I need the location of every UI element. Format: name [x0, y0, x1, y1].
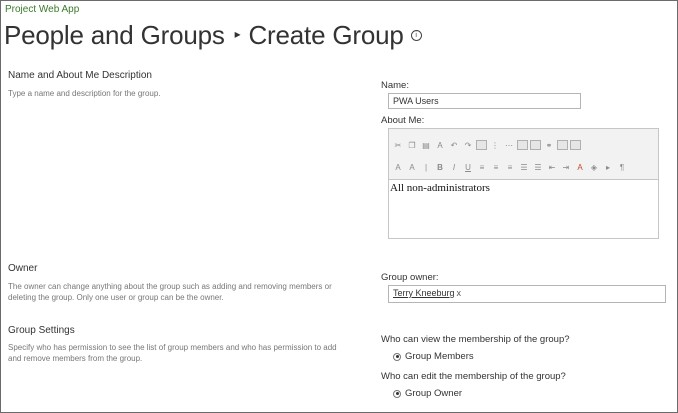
name-label: Name: — [381, 80, 409, 91]
ltr-icon[interactable]: ▸ — [602, 162, 614, 173]
group-owner-label: Group owner: — [381, 272, 439, 283]
page-title: People and Groups ▸ Create Group i — [4, 20, 422, 51]
remove-owner-icon[interactable]: x — [457, 288, 462, 298]
undo-icon[interactable]: ↶ — [448, 140, 460, 151]
name-input[interactable]: PWA Users — [388, 93, 581, 109]
view-group-members-radio[interactable]: Group Members — [393, 351, 474, 362]
redo-icon[interactable]: ↷ — [462, 140, 474, 151]
rtl-icon[interactable]: ¶ — [616, 162, 628, 173]
breadcrumb-parent[interactable]: People and Groups — [4, 20, 225, 50]
align-right-icon[interactable]: ≡ — [504, 162, 516, 173]
view-membership-question: Who can view the membership of the group… — [381, 334, 570, 345]
font-size-up-icon[interactable]: A — [406, 162, 418, 173]
info-icon[interactable]: i — [410, 29, 422, 41]
bulleted-list-icon[interactable]: ☰ — [532, 162, 544, 173]
editor-toolbar: ✂ ❐ ▤ A ↶ ↷ ⋮ ⋯ ⚭ A A | B I U ≡ ≡ ≡ ☰ ☰ — [389, 129, 658, 180]
highlight-icon[interactable]: ◈ — [588, 162, 600, 173]
align-center-icon[interactable]: ≡ — [490, 162, 502, 173]
underline-icon[interactable]: U — [462, 162, 474, 173]
bold-icon[interactable]: B — [434, 162, 446, 173]
editor-toolbar-row-1: ✂ ❐ ▤ A ↶ ↷ ⋮ ⋯ ⚭ — [392, 137, 581, 153]
align-left-icon[interactable]: ≡ — [476, 162, 488, 173]
owner-section-description: The owner can change anything about the … — [8, 282, 332, 302]
spellcheck-icon[interactable]: A — [434, 140, 446, 151]
edit-group-owner-radio[interactable]: Group Owner — [393, 388, 462, 399]
settings-section-heading: Group Settings — [8, 325, 75, 336]
copy-icon[interactable]: ❐ — [406, 140, 418, 151]
font-size-down-icon[interactable]: A — [392, 162, 404, 173]
suite-title[interactable]: Project Web App — [5, 4, 79, 15]
owner-entity[interactable]: Terry Kneeburg — [393, 288, 455, 298]
numbered-list-icon[interactable]: ☰ — [518, 162, 530, 173]
name-section-heading: Name and About Me Description — [8, 70, 152, 81]
increase-indent-icon[interactable]: ⇥ — [560, 162, 572, 173]
image-icon[interactable] — [557, 140, 568, 150]
name-section-description: Type a name and description for the grou… — [8, 89, 161, 98]
split-cells-icon[interactable] — [530, 140, 541, 150]
about-me-editor[interactable]: ✂ ❐ ▤ A ↶ ↷ ⋮ ⋯ ⚭ A A | B I U ≡ ≡ ≡ ☰ ☰ — [388, 128, 659, 239]
about-me-text[interactable]: All non-administrators — [389, 180, 658, 196]
table-icon[interactable] — [476, 140, 487, 150]
link-icon[interactable]: ⚭ — [543, 140, 555, 151]
breadcrumb-current: Create Group — [248, 20, 404, 50]
text-color-icon[interactable]: A — [574, 162, 586, 173]
editor-toolbar-row-2: A A | B I U ≡ ≡ ≡ ☰ ☰ ⇤ ⇥ A ◈ ▸ ¶ — [392, 159, 628, 175]
insert-rows-icon[interactable]: ⋮ — [489, 140, 501, 151]
radio-selected-icon[interactable] — [393, 352, 401, 361]
view-group-members-label: Group Members — [405, 351, 474, 362]
cut-icon[interactable]: ✂ — [392, 140, 404, 151]
edit-membership-question: Who can edit the membership of the group… — [381, 371, 566, 382]
group-owner-input[interactable]: Terry Kneeburg x — [388, 285, 666, 303]
paste-icon[interactable]: ▤ — [420, 140, 432, 151]
edit-group-owner-label: Group Owner — [405, 388, 463, 399]
radio-selected-icon[interactable] — [393, 389, 401, 398]
merge-cells-icon[interactable] — [517, 140, 528, 150]
settings-section-description: Specify who has permission to see the li… — [8, 343, 337, 363]
insert-columns-icon[interactable]: ⋯ — [503, 140, 515, 151]
owner-section-heading: Owner — [8, 263, 38, 274]
decrease-indent-icon[interactable]: ⇤ — [546, 162, 558, 173]
breadcrumb-separator-icon: ▸ — [234, 27, 241, 42]
source-icon[interactable] — [570, 140, 581, 150]
about-me-label: About Me: — [381, 115, 425, 126]
clear-format-icon[interactable]: | — [420, 162, 432, 173]
italic-icon[interactable]: I — [448, 162, 460, 173]
